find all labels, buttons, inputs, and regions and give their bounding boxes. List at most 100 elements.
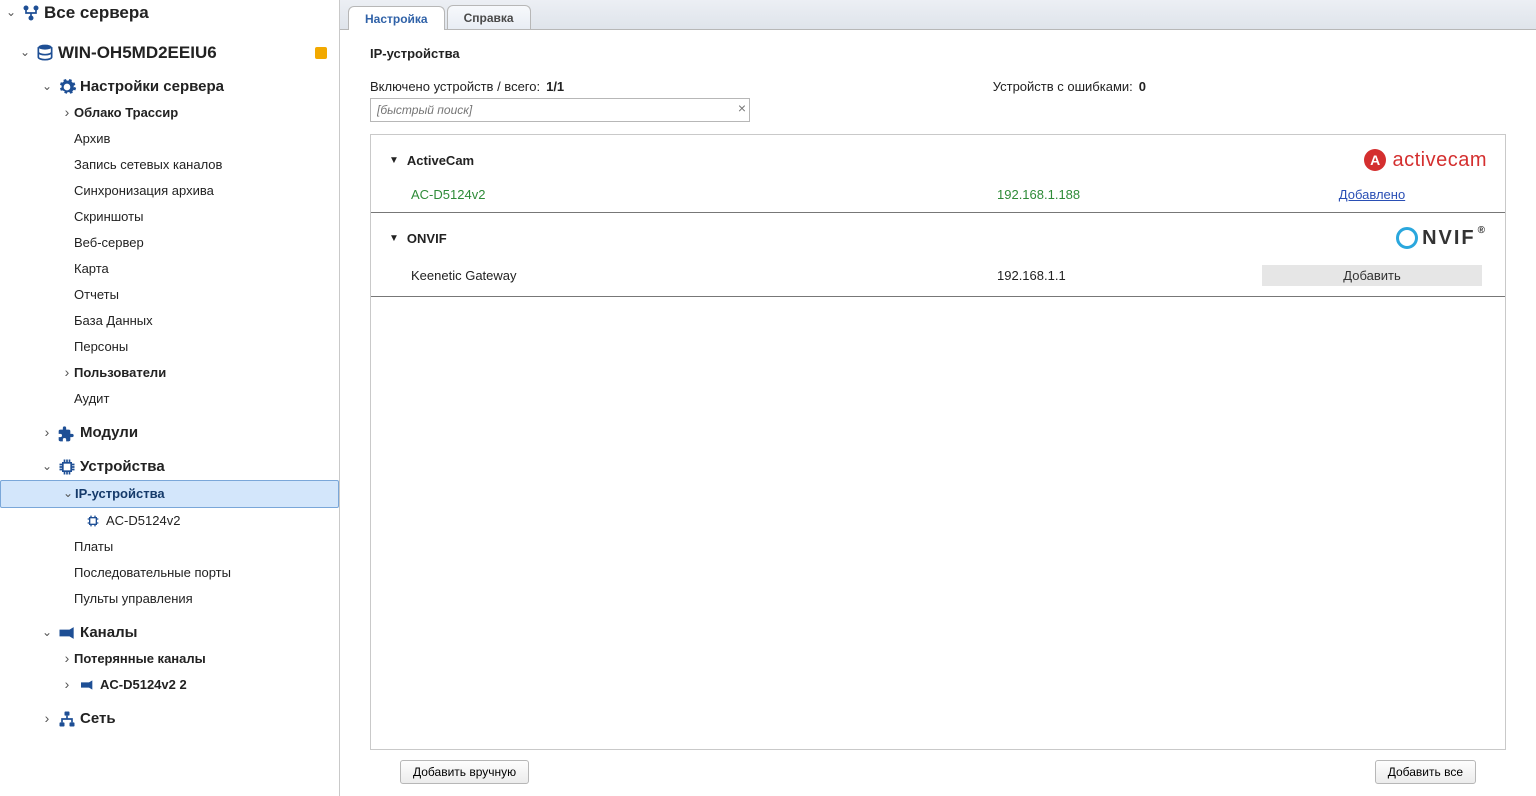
tree-channels[interactable]: Каналы [0,620,339,646]
errors-label: Устройств с ошибками: [993,79,1133,94]
search-input[interactable] [370,98,750,122]
tree-screenshots[interactable]: Скриншоты [0,204,339,230]
chevron-down-icon [40,460,54,474]
device-row[interactable]: AC-D5124v2 192.168.1.188 Добавлено [371,181,1505,213]
tree-cloud[interactable]: Облако Трассир [0,100,339,126]
tree-label: База Данных [74,310,333,332]
tree-server-settings[interactable]: Настройки сервера [0,74,339,100]
clear-search-icon[interactable]: × [738,100,746,116]
device-name: AC-D5124v2 [411,187,997,202]
tree-serial-ports[interactable]: Последовательные порты [0,560,339,586]
onvif-logo: NVIF® [1396,225,1487,251]
errors-value: 0 [1139,79,1146,94]
search-wrap: × [370,98,750,122]
tree-label: WIN-OH5MD2EEIU6 [58,42,333,64]
activecam-logo: Aactivecam [1364,147,1487,173]
tree-devices[interactable]: Устройства [0,454,339,480]
sidebar: Все сервера WIN-OH5MD2EEIU6 Настройки се… [0,0,340,796]
tree-modules[interactable]: Модули [0,420,339,446]
tree-label: Сеть [80,708,333,730]
chevron-down-icon [4,6,18,20]
device-added-link[interactable]: Добавлено [1339,187,1405,202]
network-icon [54,709,80,729]
puzzle-icon [54,423,80,443]
tree-label: Архив [74,128,333,150]
camera-icon [54,623,80,643]
chevron-right-icon [40,711,54,727]
tree-label: Настройки сервера [80,76,333,98]
tree-label: Каналы [80,622,333,644]
gear-icon [54,77,80,97]
content: IP-устройства Включено устройств / всего… [340,30,1536,796]
tree-users[interactable]: Пользователи [0,360,339,386]
device-group-name: ActiveCam [407,153,1365,168]
tree-label: Веб-сервер [74,232,333,254]
chevron-right-icon [60,365,74,381]
device-ip: 192.168.1.1 [997,268,1257,283]
tree-label: Персоны [74,336,333,358]
stats-row: Включено устройств / всего: 1/1 Устройст… [370,79,1506,94]
device-group-header[interactable]: ▼ ONVIF NVIF® [371,213,1505,259]
add-all-button[interactable]: Добавить все [1375,760,1476,784]
tree-ip-device-item[interactable]: AC-D5124v2 [0,508,339,534]
device-group-header[interactable]: ▼ ActiveCam Aactivecam [371,135,1505,181]
chevron-right-icon [40,425,54,441]
tab-settings[interactable]: Настройка [348,6,445,30]
tree-archive[interactable]: Архив [0,126,339,152]
tab-help[interactable]: Справка [447,5,531,29]
tree-camera-channel[interactable]: AC-D5124v2 2 [0,672,339,698]
enabled-value: 1/1 [546,79,564,94]
page-title: IP-устройства [370,46,1506,61]
tree-label: AC-D5124v2 [106,510,333,532]
device-list-panel: ▼ ActiveCam Aactivecam AC-D5124v2 192.16… [370,134,1506,750]
tree-label: Отчеты [74,284,333,306]
tree-label: Последовательные порты [74,562,333,584]
tree-ip-devices[interactable]: IP-устройства [0,480,339,508]
tree-label: Аудит [74,388,333,410]
tree-server[interactable]: WIN-OH5MD2EEIU6 [0,40,339,66]
tree-label: IP-устройства [75,483,332,505]
device-ip: 192.168.1.188 [997,187,1257,202]
chevron-down-icon [18,46,32,60]
tree-archsync[interactable]: Синхронизация архива [0,178,339,204]
tree-persons[interactable]: Персоны [0,334,339,360]
tree-label: Синхронизация архива [74,180,333,202]
chevron-down-icon: ▼ [389,155,399,166]
tree-map[interactable]: Карта [0,256,339,282]
tree-webserver[interactable]: Веб-сервер [0,230,339,256]
tree-label: Модули [80,422,333,444]
tree-control-panels[interactable]: Пульты управления [0,586,339,612]
tree-netrec[interactable]: Запись сетевых каналов [0,152,339,178]
chevron-right-icon [60,677,74,693]
tab-bar: Настройка Справка [340,0,1536,30]
add-manual-button[interactable]: Добавить вручную [400,760,529,784]
chevron-down-icon [61,487,75,501]
tree-reports[interactable]: Отчеты [0,282,339,308]
tree-label: Все сервера [44,2,333,24]
camera-icon [74,677,100,693]
chip-icon [80,513,106,529]
device-name: Keenetic Gateway [411,268,997,283]
tree-label: Карта [74,258,333,280]
tree-lost-channels[interactable]: Потерянные каналы [0,646,339,672]
tree-label: Запись сетевых каналов [74,154,333,176]
tree-all-servers[interactable]: Все сервера [0,0,339,26]
status-warning-icon [315,47,327,59]
device-row[interactable]: Keenetic Gateway 192.168.1.1 Добавить [371,259,1505,297]
tree-label: Скриншоты [74,206,333,228]
chevron-down-icon: ▼ [389,233,399,244]
chevron-right-icon [60,105,74,121]
tree-label: AC-D5124v2 2 [100,674,333,696]
enabled-label: Включено устройств / всего: [370,79,540,94]
tree-audit[interactable]: Аудит [0,386,339,412]
tree-network[interactable]: Сеть [0,706,339,732]
tree-boards[interactable]: Платы [0,534,339,560]
tree-label: Пользователи [74,362,333,384]
tree-database[interactable]: База Данных [0,308,339,334]
device-add-button[interactable]: Добавить [1262,265,1482,286]
servers-icon [18,3,44,23]
tree-label: Устройства [80,456,333,478]
chevron-down-icon [40,626,54,640]
chevron-right-icon [60,651,74,667]
chip-icon [54,457,80,477]
